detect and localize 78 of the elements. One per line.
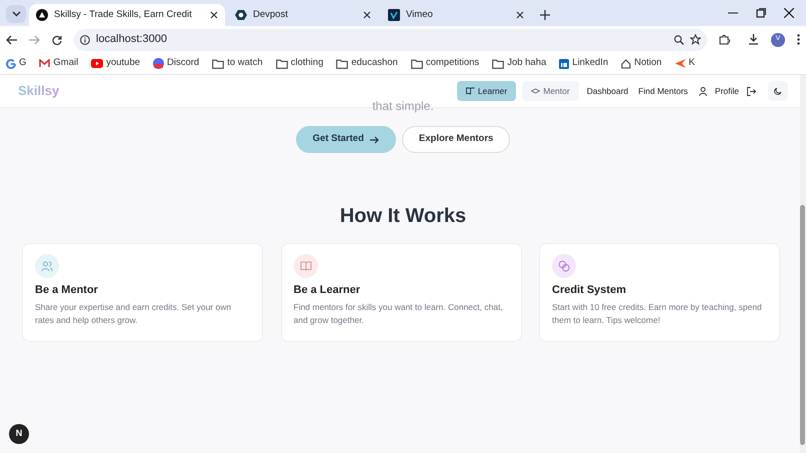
logout-icon[interactable] bbox=[747, 86, 756, 96]
bookmark-link[interactable]: educashon bbox=[336, 56, 398, 71]
info-icon[interactable] bbox=[80, 34, 90, 44]
v-logo-icon bbox=[388, 9, 400, 21]
folder-icon bbox=[276, 58, 288, 68]
nav-link[interactable]: Profile bbox=[712, 84, 741, 98]
theme-toggle[interactable] bbox=[768, 81, 788, 101]
tab-search-button[interactable] bbox=[6, 5, 26, 23]
back-arrow-icon[interactable] bbox=[6, 34, 17, 44]
close-icon[interactable] bbox=[784, 8, 794, 18]
section-title: How It Works bbox=[340, 205, 466, 227]
restore-icon[interactable] bbox=[756, 8, 766, 18]
folder-icon bbox=[212, 58, 224, 68]
card-text: Start with 10 free credits. Earn more by teaching, spend them to learn. Tips welcome! bbox=[552, 301, 763, 326]
bookmark-link[interactable]: Job haha bbox=[492, 56, 546, 71]
round-logo-icon bbox=[153, 58, 164, 69]
menu-icon[interactable] bbox=[797, 34, 800, 45]
close-icon[interactable] bbox=[210, 11, 218, 19]
chevron-down-icon bbox=[12, 11, 20, 17]
bookmark-link[interactable]: K bbox=[674, 56, 696, 71]
dev-badge[interactable]: N bbox=[9, 424, 29, 444]
puzzle-icon[interactable] bbox=[719, 34, 730, 45]
book-icon bbox=[466, 87, 475, 95]
hero-text: that simple. bbox=[372, 99, 434, 113]
play-icon bbox=[91, 59, 104, 68]
nav-link[interactable]: Find Mentors bbox=[636, 84, 690, 98]
browser-tab[interactable]: Vimeo bbox=[381, 4, 531, 26]
mode-toggle[interactable]: Learner bbox=[456, 80, 516, 102]
card-title: Credit System bbox=[552, 284, 627, 298]
scrollbar-thumb[interactable] bbox=[800, 205, 805, 445]
address-field[interactable]: localhost:3000 bbox=[74, 28, 707, 50]
star-icon[interactable] bbox=[690, 34, 701, 45]
card-title: Be a Mentor bbox=[35, 284, 99, 298]
browser-tab[interactable]: Devpost bbox=[228, 4, 378, 26]
address-text: localhost:3000 bbox=[96, 32, 167, 48]
browser-tab[interactable]: Skillsy - Trade Skills, Earn Credit bbox=[29, 4, 225, 26]
card-text: Find mentors for skills you want to learn. Connect, chat, and grow together. bbox=[294, 301, 504, 326]
tab-title: Skillsy - Trade Skills, Earn Credit bbox=[54, 8, 193, 22]
tab-title: Vimeo bbox=[406, 8, 434, 22]
close-icon[interactable] bbox=[516, 11, 524, 19]
bookmark-link[interactable]: Gmail bbox=[39, 56, 78, 71]
folder-icon bbox=[336, 58, 348, 68]
zoom-icon[interactable] bbox=[674, 34, 684, 44]
card-title: Be a Learner bbox=[294, 284, 362, 298]
get-started-button[interactable]: Get Started bbox=[296, 126, 396, 153]
explore-button[interactable]: Explore Mentors bbox=[402, 126, 510, 153]
bookmark-link[interactable]: Discord bbox=[153, 56, 200, 71]
bookmark-link[interactable]: competitions bbox=[410, 56, 480, 71]
envelope-icon bbox=[39, 59, 50, 68]
chevron-logo-icon bbox=[674, 59, 686, 68]
bookmark-link[interactable]: LinkedIn bbox=[559, 56, 608, 71]
download-icon[interactable] bbox=[748, 34, 759, 45]
bookmark-link[interactable]: Notion bbox=[621, 56, 662, 71]
close-icon[interactable] bbox=[363, 11, 371, 19]
bookmark-link[interactable]: youtube bbox=[91, 56, 140, 71]
bookmark-link[interactable]: G bbox=[6, 56, 26, 71]
nav-link[interactable]: Dashboard bbox=[584, 84, 630, 98]
coins-icon bbox=[558, 260, 570, 272]
folder-icon bbox=[492, 58, 504, 68]
bookmark-link[interactable]: to watch bbox=[212, 56, 263, 71]
arrow-right-icon bbox=[370, 136, 379, 144]
reload-icon[interactable] bbox=[52, 34, 62, 44]
moon-icon bbox=[774, 86, 782, 96]
bookmark-link[interactable]: clothing bbox=[276, 56, 324, 71]
home-icon bbox=[621, 58, 632, 68]
user-icon bbox=[698, 86, 707, 96]
tab-title: Devpost bbox=[253, 8, 289, 22]
card-text: Share your expertise and earn credits. Set your own rates and help others grow. bbox=[35, 301, 232, 326]
hexagon-icon bbox=[235, 9, 247, 21]
google-icon bbox=[6, 58, 16, 68]
scrollbar-track[interactable] bbox=[800, 75, 806, 453]
linkedin-icon bbox=[559, 58, 570, 68]
cap-icon bbox=[531, 88, 540, 94]
users-icon bbox=[41, 260, 53, 272]
new-tab-icon[interactable] bbox=[540, 10, 550, 20]
mode-toggle[interactable]: Mentor bbox=[522, 80, 579, 102]
folder-icon bbox=[410, 58, 423, 68]
book-icon bbox=[300, 260, 312, 272]
